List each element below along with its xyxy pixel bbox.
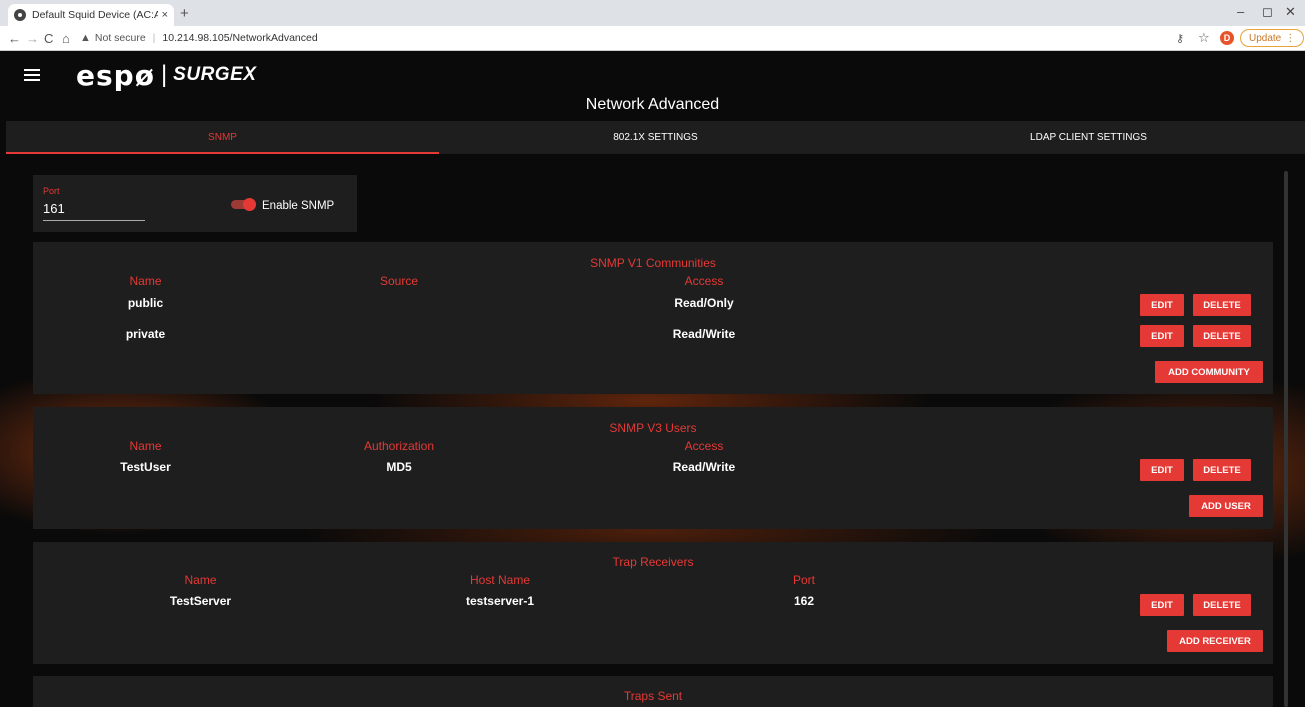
hamburger-menu-icon[interactable] — [24, 69, 40, 81]
site-favicon-icon — [14, 9, 26, 21]
section-title: SNMP V3 Users — [609, 421, 697, 435]
more-menu-icon: ⋮ — [1285, 32, 1296, 44]
maximize-button[interactable]: ◻ — [1262, 4, 1273, 20]
bookmark-star-icon[interactable]: ☆ — [1198, 30, 1210, 46]
column-header-access: Access — [684, 274, 724, 288]
back-button[interactable]: ← — [8, 31, 21, 46]
browser-tab-bar: Default Squid Device (AC:A6:67:0 × + – ◻… — [0, 0, 1305, 26]
profile-avatar[interactable]: D — [1220, 31, 1234, 45]
section-title: SNMP V1 Communities — [590, 256, 716, 270]
add-community-button[interactable]: ADD COMMUNITY — [1155, 361, 1263, 383]
warning-icon: ▲ — [80, 32, 91, 44]
traps-sent-section: Traps Sent — [33, 676, 1273, 707]
forward-button[interactable]: → — [26, 31, 39, 46]
snmp-v3-users-section: SNMP V3 Users Name Authorization Access … — [33, 407, 1273, 529]
edit-button[interactable]: EDIT — [1140, 594, 1184, 616]
edit-button[interactable]: EDIT — [1140, 325, 1184, 347]
window-close-button[interactable]: ✕ — [1285, 4, 1296, 20]
user-name: TestUser — [120, 460, 171, 474]
section-tabs: SNMP 802.1X SETTINGS LDAP CLIENT SETTING… — [6, 121, 1305, 154]
receiver-name: TestServer — [169, 594, 232, 608]
new-tab-button[interactable]: + — [180, 5, 189, 22]
delete-button[interactable]: DELETE — [1193, 294, 1251, 316]
community-access: Read/Write — [672, 327, 736, 341]
column-header-name: Name — [129, 274, 162, 288]
scrollbar[interactable] — [1284, 171, 1288, 707]
tab-8021x-settings[interactable]: 802.1X SETTINGS — [439, 121, 872, 154]
logo-espo: espø — [76, 58, 155, 92]
url-field[interactable]: ▲ Not secure | 10.214.98.105/NetworkAdva… — [80, 32, 318, 44]
minimize-button[interactable]: – — [1237, 4, 1244, 19]
logo-surgex: SURGEX — [173, 64, 257, 85]
column-header-name: Name — [129, 439, 162, 453]
community-name: public — [127, 296, 164, 310]
tab-close-icon[interactable]: × — [162, 9, 168, 21]
add-user-button[interactable]: ADD USER — [1189, 495, 1263, 517]
page-title: Network Advanced — [585, 96, 720, 113]
edit-button[interactable]: EDIT — [1140, 459, 1184, 481]
port-underline — [43, 220, 145, 221]
port-input[interactable]: 161 — [43, 201, 65, 216]
browser-tab[interactable]: Default Squid Device (AC:A6:67:0 × — [8, 4, 174, 26]
update-label: Update — [1249, 32, 1282, 44]
add-receiver-button[interactable]: ADD RECEIVER — [1167, 630, 1263, 652]
snmp-port-card: Port 161 Enable SNMP — [33, 175, 357, 232]
edit-button[interactable]: EDIT — [1140, 294, 1184, 316]
user-access: Read/Write — [672, 460, 736, 474]
column-header-port: Port — [792, 573, 815, 587]
column-header-source: Source — [379, 274, 419, 288]
app-content: espø | SURGEX Network Advanced SNMP 802.… — [0, 51, 1305, 707]
tab-snmp[interactable]: SNMP — [6, 121, 439, 154]
url-text: 10.214.98.105/NetworkAdvanced — [162, 32, 318, 44]
delete-button[interactable]: DELETE — [1193, 459, 1251, 481]
toggle-knob — [243, 198, 256, 211]
url-separator: | — [152, 32, 156, 44]
logo-divider: | — [160, 61, 168, 88]
logo: espø | SURGEX — [76, 58, 257, 92]
browser-tab-title: Default Squid Device (AC:A6:67:0 — [32, 9, 158, 21]
column-header-access: Access — [684, 439, 724, 453]
trap-receivers-section: Trap Receivers Name Host Name Port TestS… — [33, 542, 1273, 664]
snmp-v1-communities-section: SNMP V1 Communities Name Source Access p… — [33, 242, 1273, 394]
community-name: private — [125, 327, 166, 341]
receiver-port: 162 — [793, 594, 815, 608]
update-button[interactable]: Update ⋮ — [1240, 29, 1305, 47]
column-header-name: Name — [184, 573, 217, 587]
home-button[interactable]: ⌂ — [62, 31, 70, 46]
not-secure-label: Not secure — [94, 32, 146, 44]
receiver-host-name: testserver-1 — [465, 594, 535, 608]
port-label: Port — [43, 186, 60, 196]
user-authorization: MD5 — [386, 460, 412, 474]
key-icon[interactable]: ⚷ — [1176, 32, 1184, 45]
community-access: Read/Only — [674, 296, 734, 310]
address-bar: ← → C ⌂ ▲ Not secure | 10.214.98.105/Net… — [0, 26, 1305, 51]
enable-snmp-label: Enable SNMP — [262, 200, 335, 212]
section-title: Traps Sent — [623, 689, 683, 703]
delete-button[interactable]: DELETE — [1193, 325, 1251, 347]
reload-button[interactable]: C — [44, 31, 53, 46]
section-title: Trap Receivers — [612, 555, 694, 569]
column-header-authorization: Authorization — [363, 439, 435, 453]
delete-button[interactable]: DELETE — [1193, 594, 1251, 616]
column-header-host-name: Host Name — [469, 573, 531, 587]
tab-ldap-client-settings[interactable]: LDAP CLIENT SETTINGS — [872, 121, 1305, 154]
enable-snmp-toggle[interactable] — [231, 198, 256, 211]
